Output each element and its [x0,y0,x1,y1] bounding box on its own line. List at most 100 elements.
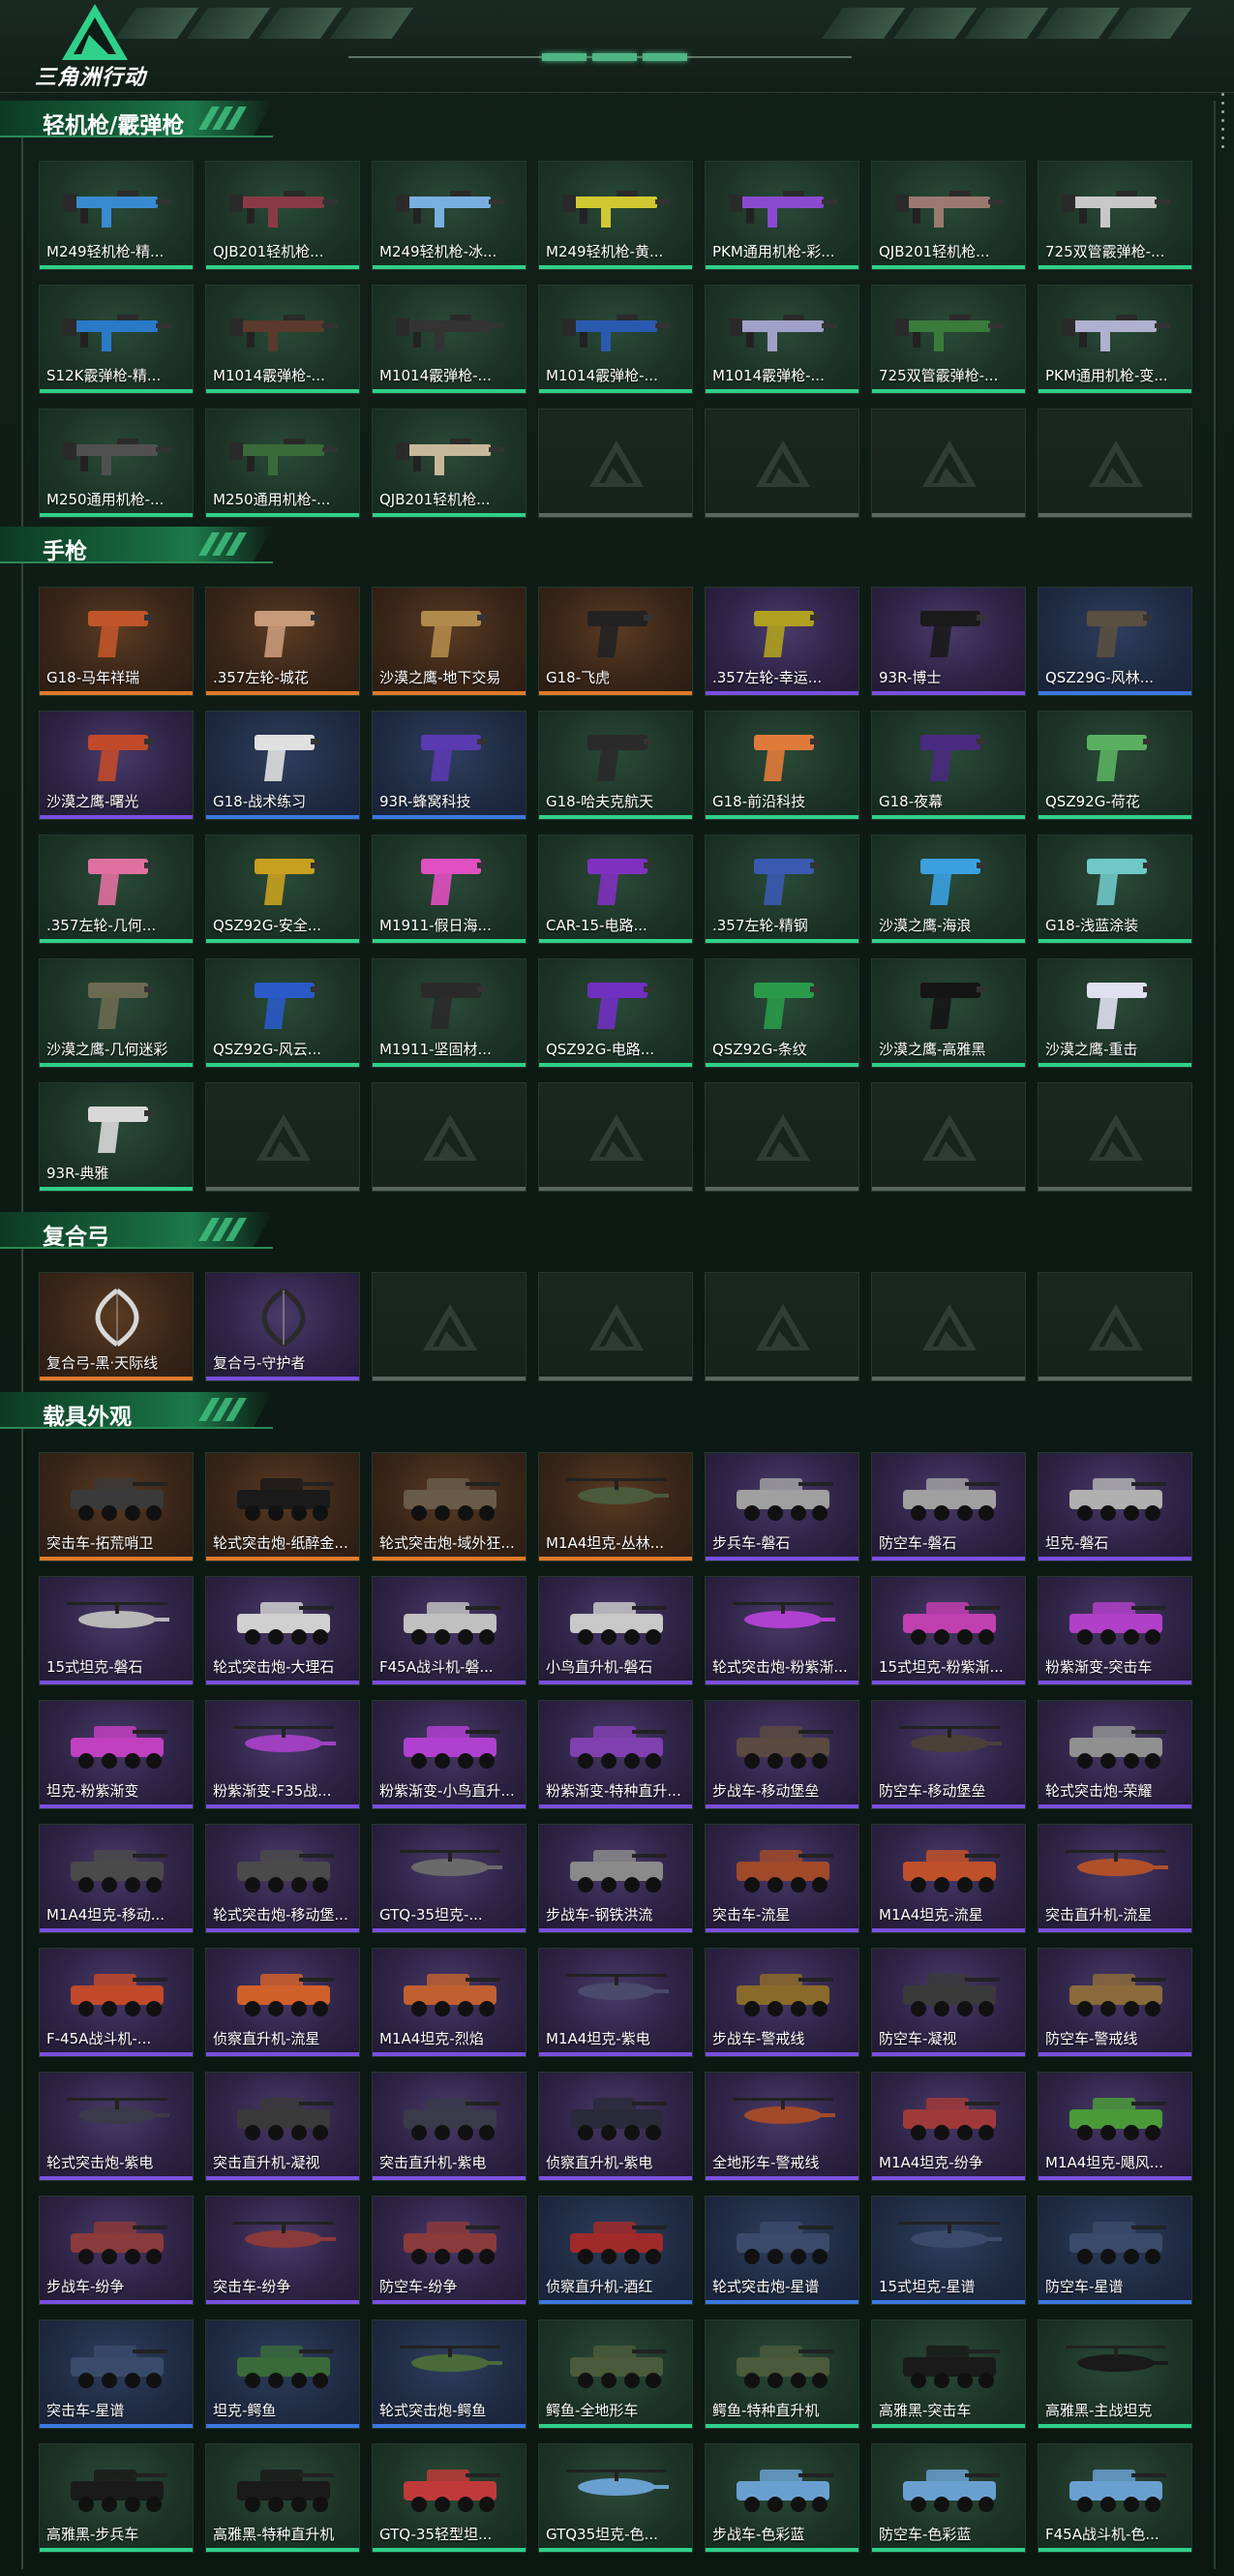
item-card[interactable]: G18-飞虎 [538,587,693,696]
item-card[interactable]: QSZ92G-条纹 [705,958,859,1068]
item-card[interactable]: 轮式突击炮-紫电 [39,2072,194,2181]
item-card[interactable]: 防空车-纷争 [372,2196,527,2305]
item-card[interactable]: 沙漠之鹰-几何迷彩 [39,958,194,1068]
item-card[interactable]: CAR-15-电路... [538,834,693,944]
item-card[interactable]: 侦察直升机-紫电 [538,2072,693,2181]
item-card[interactable]: M1014霰弹枪-... [205,285,360,394]
item-card[interactable]: 突击直升机-流星 [1038,1824,1192,1933]
item-card[interactable]: 沙漠之鹰-重击 [1038,958,1192,1068]
item-card[interactable]: M1A4坦克-移动... [39,1824,194,1933]
item-card[interactable]: M249轻机枪-黄... [538,161,693,270]
item-card[interactable]: G18-哈夫克航天 [538,711,693,820]
item-card[interactable]: M249轻机枪-精... [39,161,194,270]
item-card[interactable]: QSZ92G-荷花 [1038,711,1192,820]
item-card[interactable]: 防空车-星谱 [1038,2196,1192,2305]
item-card[interactable]: M1A4坦克-流星 [871,1824,1026,1933]
item-card[interactable]: 鳄鱼-全地形车 [538,2319,693,2429]
item-card[interactable]: 防空车-色彩蓝 [871,2443,1026,2553]
item-card[interactable]: 轮式突击炮-鳄鱼 [372,2319,527,2429]
item-card[interactable]: 轮式突击炮-纸醉金... [205,1452,360,1561]
item-card[interactable]: 93R-博士 [871,587,1026,696]
item-card[interactable]: 步兵车-磐石 [705,1452,859,1561]
item-card[interactable]: 坦克-鳄鱼 [205,2319,360,2429]
item-card[interactable]: G18-夜幕 [871,711,1026,820]
item-card[interactable]: 93R-典雅 [39,1082,194,1192]
item-card[interactable]: 突击车-纷争 [205,2196,360,2305]
item-card[interactable]: QSZ92G-风云... [205,958,360,1068]
item-card[interactable]: M250通用机枪-... [39,409,194,518]
item-card[interactable]: G18-战术练习 [205,711,360,820]
item-card[interactable]: M1911-坚固材... [372,958,527,1068]
item-card[interactable]: 粉紫渐变-特种直升... [538,1700,693,1809]
item-card[interactable]: 沙漠之鹰-高雅黑 [871,958,1026,1068]
item-card[interactable]: 突击车-流星 [705,1824,859,1933]
item-card[interactable]: 复合弓-黑·天际线 [39,1272,194,1381]
item-card[interactable]: 粉紫渐变-F35战... [205,1700,360,1809]
item-card[interactable]: 高雅黑-特种直升机 [205,2443,360,2553]
item-card[interactable]: 突击车-拓荒哨卫 [39,1452,194,1561]
item-card[interactable]: 沙漠之鹰-海浪 [871,834,1026,944]
item-card[interactable]: G18-前沿科技 [705,711,859,820]
item-card[interactable]: 防空车-警戒线 [1038,1948,1192,2057]
item-card[interactable]: F-45A战斗机-... [39,1948,194,2057]
item-card[interactable]: 725双管霰弹枪-... [1038,161,1192,270]
item-card[interactable]: 沙漠之鹰-地下交易 [372,587,527,696]
item-card[interactable]: 小鸟直升机-磐石 [538,1576,693,1685]
item-card[interactable]: 轮式突击炮-移动堡... [205,1824,360,1933]
item-card[interactable]: 高雅黑-突击车 [871,2319,1026,2429]
item-card[interactable]: GTQ-35坦克-... [372,1824,527,1933]
item-card[interactable]: 15式坦克-粉紫渐... [871,1576,1026,1685]
item-card[interactable]: 步战车-色彩蓝 [705,2443,859,2553]
item-card[interactable]: 复合弓-守护者 [205,1272,360,1381]
item-card[interactable]: 步战车-纷争 [39,2196,194,2305]
item-card[interactable]: 突击直升机-紫电 [372,2072,527,2181]
item-card[interactable]: PKM通用机枪-变... [1038,285,1192,394]
item-card[interactable]: QSZ92G-电路... [538,958,693,1068]
item-card[interactable]: 步战车-警戒线 [705,1948,859,2057]
item-card[interactable]: F45A战斗机-磐... [372,1576,527,1685]
item-card[interactable]: QJB201轻机枪... [871,161,1026,270]
item-card[interactable]: 轮式突击炮-荣耀 [1038,1700,1192,1809]
item-card[interactable]: 高雅黑-步兵车 [39,2443,194,2553]
item-card[interactable]: QSZ92G-安全... [205,834,360,944]
item-card[interactable]: M250通用机枪-... [205,409,360,518]
item-card[interactable]: 轮式突击炮-粉紫渐... [705,1576,859,1685]
item-card[interactable]: 坦克-磐石 [1038,1452,1192,1561]
item-card[interactable]: 粉紫渐变-小鸟直升... [372,1700,527,1809]
item-card[interactable]: .357左轮-精钢 [705,834,859,944]
item-card[interactable]: 沙漠之鹰-曙光 [39,711,194,820]
item-card[interactable]: .357左轮-幸运... [705,587,859,696]
item-card[interactable]: M1911-假日海... [372,834,527,944]
item-card[interactable]: 步战车-移动堡垒 [705,1700,859,1809]
item-card[interactable]: GTQ35坦克-色... [538,2443,693,2553]
item-card[interactable]: 侦察直升机-酒红 [538,2196,693,2305]
item-card[interactable]: 高雅黑-主战坦克 [1038,2319,1192,2429]
item-card[interactable]: 突击车-星谱 [39,2319,194,2429]
item-card[interactable]: M1014霰弹枪-... [705,285,859,394]
item-card[interactable]: 鳄鱼-特种直升机 [705,2319,859,2429]
item-card[interactable]: F45A战斗机-色... [1038,2443,1192,2553]
item-card[interactable]: QJB201轻机枪... [372,409,527,518]
item-card[interactable]: .357左轮-城花 [205,587,360,696]
item-card[interactable]: 全地形车-警戒线 [705,2072,859,2181]
item-card[interactable]: 防空车-移动堡垒 [871,1700,1026,1809]
item-card[interactable]: 粉紫渐变-突击车 [1038,1576,1192,1685]
item-card[interactable]: M249轻机枪-冰... [372,161,527,270]
item-card[interactable]: 防空车-凝视 [871,1948,1026,2057]
item-card[interactable]: GTQ-35轻型坦... [372,2443,527,2553]
item-card[interactable]: G18-马年祥瑞 [39,587,194,696]
item-card[interactable]: M1014霰弹枪-... [538,285,693,394]
item-card[interactable]: .357左轮-几何... [39,834,194,944]
item-card[interactable]: M1A4坦克-丛林... [538,1452,693,1561]
item-card[interactable]: 725双管霰弹枪-... [871,285,1026,394]
item-card[interactable]: 防空车-磐石 [871,1452,1026,1561]
item-card[interactable]: 15式坦克-磐石 [39,1576,194,1685]
item-card[interactable]: 15式坦克-星谱 [871,2196,1026,2305]
item-card[interactable]: 轮式突击炮-星谱 [705,2196,859,2305]
item-card[interactable]: 坦克-粉紫渐变 [39,1700,194,1809]
item-card[interactable]: 步战车-钢铁洪流 [538,1824,693,1933]
item-card[interactable]: 侦察直升机-流星 [205,1948,360,2057]
item-card[interactable]: M1014霰弹枪-... [372,285,527,394]
item-card[interactable]: 轮式突击炮-大理石 [205,1576,360,1685]
item-card[interactable]: M1A4坦克-紫电 [538,1948,693,2057]
